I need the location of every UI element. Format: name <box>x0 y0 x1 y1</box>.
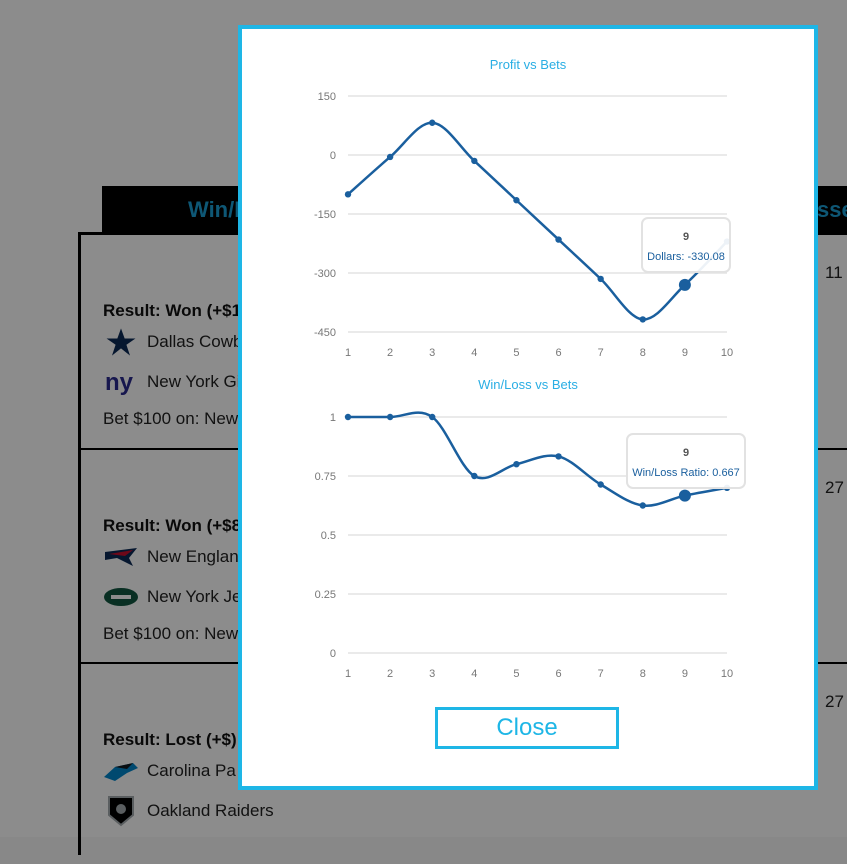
x-tick-label: 10 <box>721 668 733 680</box>
tooltip-title: 9 <box>683 447 689 459</box>
y-tick-label: 0.25 <box>315 589 336 601</box>
tooltip-box <box>641 217 731 273</box>
y-tick-label: -300 <box>314 268 336 280</box>
data-point <box>429 413 436 421</box>
tooltip-title: 9 <box>683 231 689 243</box>
tooltip-box <box>626 433 746 489</box>
x-tick-label: 6 <box>555 668 561 680</box>
data-point <box>513 461 520 468</box>
x-tick-label: 5 <box>513 668 519 680</box>
x-tick-label: 3 <box>429 668 435 680</box>
x-tick-label: 8 <box>640 668 646 680</box>
data-point <box>639 502 646 509</box>
data-point <box>471 472 478 480</box>
data-point <box>555 453 562 460</box>
x-tick-label: 1 <box>345 668 351 680</box>
y-tick-label: 150 <box>318 91 336 103</box>
data-point <box>471 157 478 165</box>
data-point <box>597 481 604 488</box>
close-button[interactable]: Close <box>435 707 619 749</box>
data-point <box>597 275 604 283</box>
chart-tooltip: 9 Win/Loss Ratio: 0.667 <box>626 433 746 489</box>
y-tick-label: 0 <box>330 150 336 162</box>
stats-modal: Profit vs Bets 150 0 -150 -300 -450 1 2 3 4 5 6 7 8 9… <box>238 25 818 790</box>
tooltip-text: Win/Loss Ratio: 0.667 <box>632 467 740 479</box>
y-tick-label: 0.75 <box>315 471 336 483</box>
y-tick-label: 0 <box>330 648 336 660</box>
data-point <box>386 153 394 161</box>
y-tick-label: -450 <box>314 327 336 339</box>
data-point <box>344 413 352 421</box>
profit-line-chart: 1500-150-300-4501 2 3 4 5 6 7 8 9 109Dollars: -33… <box>314 91 733 359</box>
data-point <box>678 278 691 291</box>
y-tick-label: -150 <box>314 209 336 221</box>
data-point <box>639 316 646 323</box>
data-point <box>386 413 394 421</box>
data-point <box>678 489 691 502</box>
winloss-line-chart: 10.750.50.2501 2 3 4 5 6 7 8 9 109Win/Loss Ratio:… <box>315 411 746 680</box>
tooltip-text: Dollars: -330.08 <box>647 251 725 263</box>
x-tick-label: 7 <box>598 668 604 680</box>
y-tick-label: 0.5 <box>321 530 336 542</box>
x-tick-label: 4 <box>471 668 477 680</box>
chart-tooltip: 9 Dollars: -330.08 <box>641 217 731 273</box>
x-tick-label: 9 <box>682 668 688 680</box>
y-tick-label: 1 <box>330 412 336 424</box>
x-tick-label: 2 <box>387 668 393 680</box>
data-point <box>344 191 352 198</box>
data-point <box>555 236 562 243</box>
data-point <box>429 119 436 126</box>
data-point <box>513 197 520 204</box>
